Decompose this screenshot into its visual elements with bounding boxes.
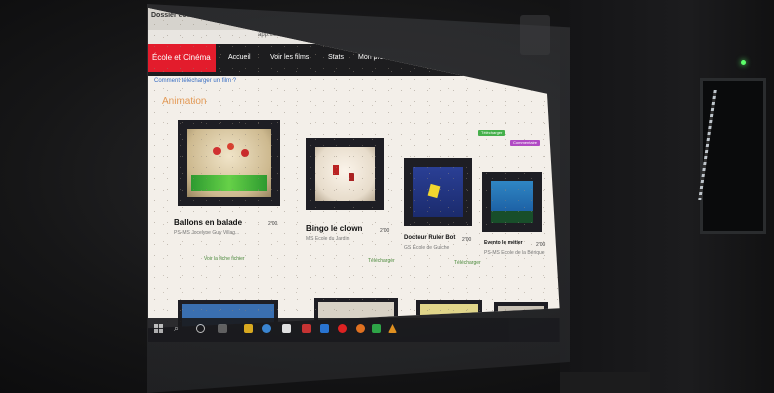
opera-icon[interactable] bbox=[338, 324, 347, 333]
file-explorer-icon[interactable] bbox=[244, 324, 253, 333]
film-duration: 2'00 bbox=[536, 242, 546, 248]
film-duration: 2'00 bbox=[462, 237, 472, 243]
film-title[interactable]: Evento le métier bbox=[484, 240, 523, 246]
film-title[interactable]: Bingo le clown bbox=[306, 224, 362, 233]
pill-comment[interactable]: Commentaire bbox=[510, 140, 541, 146]
task-view-icon[interactable] bbox=[218, 324, 227, 333]
film-class: PS-MS Jocelyne Guy Villag... bbox=[174, 230, 240, 236]
film-thumbnail[interactable] bbox=[404, 158, 472, 226]
windows-taskbar: ⌕ bbox=[148, 318, 560, 342]
nav-item-films[interactable]: Voir les films bbox=[270, 54, 309, 61]
status-led-icon bbox=[741, 60, 746, 65]
browser-icon[interactable] bbox=[262, 324, 271, 333]
film-link[interactable]: Voir la fiche fichier bbox=[204, 256, 245, 262]
site-brand[interactable]: École et Cinéma bbox=[148, 44, 216, 72]
search-icon[interactable]: ⌕ bbox=[174, 323, 179, 334]
film-thumbnail[interactable] bbox=[482, 172, 542, 232]
pill-download[interactable]: Télécharger bbox=[478, 130, 506, 136]
green-app-icon[interactable] bbox=[372, 324, 381, 333]
pdf-icon[interactable] bbox=[302, 324, 311, 333]
film-class: MS Ecole du Jardin bbox=[306, 236, 350, 242]
cortana-icon[interactable] bbox=[196, 324, 205, 333]
firefox-icon[interactable] bbox=[356, 324, 365, 333]
film-duration: 2'00 bbox=[380, 228, 390, 234]
film-class: GS Ecole de Guiche bbox=[404, 245, 450, 251]
film-title[interactable]: Docteur Ruler Bot bbox=[404, 235, 455, 241]
floor-object bbox=[560, 372, 650, 393]
windows-start-icon[interactable] bbox=[154, 324, 163, 333]
help-link[interactable]: Comment télécharger un film ? bbox=[154, 78, 236, 84]
film-class: PS-MS Ecole de la Bérique bbox=[484, 250, 545, 256]
nav-item-home[interactable]: Accueil bbox=[228, 54, 251, 61]
film-link[interactable]: Télécharger bbox=[454, 260, 481, 266]
film-title[interactable]: Ballons en balade bbox=[174, 218, 242, 227]
section-title: Animation bbox=[162, 96, 207, 107]
app-icon[interactable] bbox=[282, 324, 291, 333]
window bbox=[700, 78, 766, 234]
film-duration: 2'00 bbox=[268, 221, 278, 227]
film-thumbnail[interactable] bbox=[178, 120, 280, 206]
film-thumbnail[interactable] bbox=[306, 138, 384, 210]
vlc-icon[interactable] bbox=[388, 324, 397, 333]
film-link[interactable]: Télécharger bbox=[368, 258, 395, 264]
store-icon[interactable] bbox=[320, 324, 329, 333]
nav-item-stats[interactable]: Stats bbox=[328, 54, 344, 61]
